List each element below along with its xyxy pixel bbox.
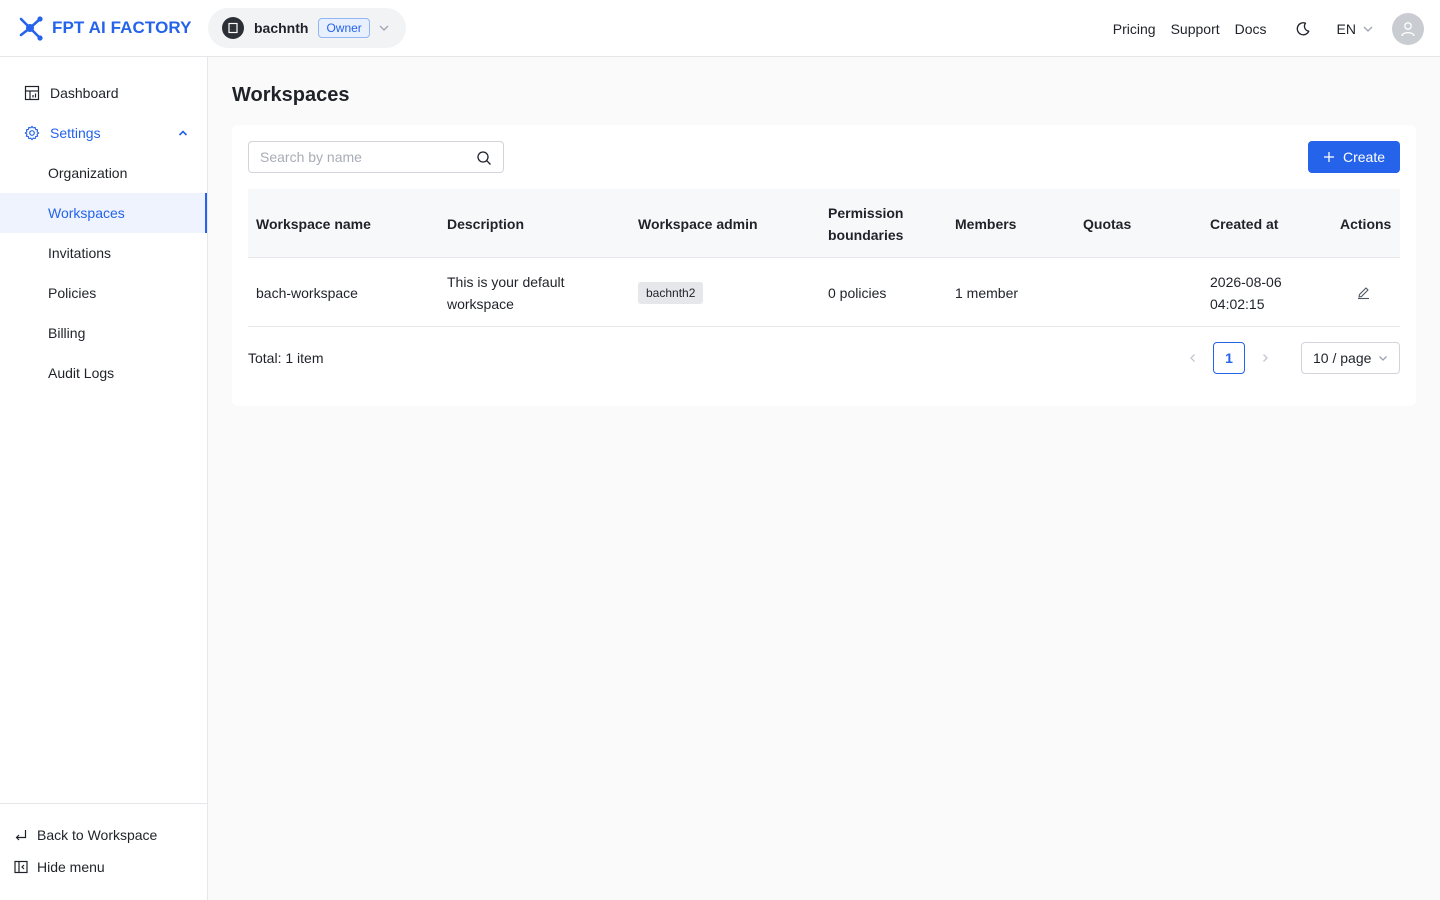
sidebar-item-label: Policies (48, 285, 97, 301)
back-to-workspace-label: Back to Workspace (37, 827, 158, 843)
sidebar-item-label: Billing (48, 325, 86, 341)
next-page-button[interactable] (1249, 342, 1281, 374)
column-header-members[interactable]: Members (955, 189, 1016, 258)
language-selector[interactable]: EN (1337, 21, 1374, 37)
top-header: FPT AI FACTORY bachnth Owner Pricing Sup… (0, 0, 1440, 57)
back-to-workspace-button[interactable]: Back to Workspace (14, 827, 157, 843)
chevron-right-icon (1263, 354, 1268, 362)
sidebar-item-label: Audit Logs (48, 365, 115, 381)
brand-name: FPT AI FACTORY (52, 18, 192, 37)
building-icon (228, 22, 238, 34)
column-header-description[interactable]: Description (447, 189, 524, 258)
chevron-down-icon (1379, 356, 1388, 361)
workspaces-card: Create Workspace name Description Worksp… (232, 125, 1416, 406)
column-header-workspace-admin[interactable]: Workspace admin (638, 189, 758, 258)
user-icon (1401, 21, 1415, 36)
sidebar-item-label: Dashboard (50, 85, 119, 101)
dashboard-icon (24, 85, 40, 101)
admin-tag: bachnth2 (638, 281, 704, 304)
support-link[interactable]: Support (1171, 21, 1220, 37)
created-at-cell: 2026-08-06 04:02:15 (1210, 273, 1282, 312)
logo-icon (19, 16, 43, 41)
sidebar-item-invitations[interactable]: Invitations (0, 233, 207, 273)
sidebar-item-organization[interactable]: Organization (0, 153, 207, 193)
pagination: 1 10 / page (1177, 342, 1400, 374)
column-header-permission-boundaries[interactable]: Permission boundaries (828, 189, 938, 258)
column-header-created-at[interactable]: Created at (1210, 189, 1278, 258)
sidebar: Dashboard Settings Organization Workspac… (0, 57, 208, 900)
sidebar-item-workspaces[interactable]: Workspaces (0, 193, 207, 233)
organization-avatar (222, 17, 244, 39)
table-row[interactable]: bach-workspace This is your default work… (248, 258, 1400, 327)
workspace-name-cell[interactable]: bach-workspace (256, 258, 358, 327)
sidebar-item-policies[interactable]: Policies (0, 273, 207, 313)
docs-link[interactable]: Docs (1235, 21, 1267, 37)
organization-switcher[interactable]: bachnth Owner (208, 8, 406, 48)
chevron-up-icon (178, 130, 188, 136)
page-number-button[interactable]: 1 (1213, 342, 1245, 374)
user-avatar[interactable] (1392, 12, 1424, 45)
chevron-left-icon (1190, 354, 1195, 362)
total-count: Total: 1 item (248, 350, 324, 366)
plus-icon (1323, 152, 1334, 162)
pricing-link[interactable]: Pricing (1113, 21, 1156, 37)
edit-icon[interactable] (1356, 285, 1371, 300)
actions-cell (1356, 258, 1371, 327)
hide-menu-label: Hide menu (37, 859, 105, 875)
return-icon (15, 830, 27, 841)
sidebar-item-label: Invitations (48, 245, 112, 261)
top-nav: Pricing Support Docs EN (1098, 0, 1440, 57)
table-header: Workspace name Description Workspace adm… (248, 189, 1400, 258)
create-workspace-button[interactable]: Create (1308, 141, 1400, 173)
chevron-down-icon (378, 22, 390, 34)
column-header-quotas[interactable]: Quotas (1083, 189, 1131, 258)
language-label: EN (1336, 20, 1356, 37)
gear-icon (24, 125, 40, 141)
workspace-admin-cell: bachnth2 (638, 258, 704, 327)
page-size-select[interactable]: 10 / page (1301, 342, 1400, 374)
moon-icon[interactable] (1295, 21, 1311, 37)
column-header-workspace-name[interactable]: Workspace name (256, 189, 371, 258)
create-button-label: Create (1342, 149, 1386, 165)
hide-menu-button[interactable]: Hide menu (14, 859, 105, 875)
organization-name: bachnth (254, 20, 309, 36)
workspaces-table: Workspace name Description Workspace adm… (248, 189, 1400, 327)
previous-page-button[interactable] (1177, 342, 1209, 374)
sidebar-item-billing[interactable]: Billing (0, 313, 207, 353)
description-cell: This is your default workspace (447, 273, 565, 312)
sidebar-footer: Back to Workspace Hide menu (0, 803, 207, 900)
sidebar-item-label: Workspaces (48, 205, 125, 221)
collapse-menu-icon (14, 860, 28, 874)
sidebar-item-settings[interactable]: Settings (0, 113, 207, 153)
members-cell: 1 member (955, 284, 1019, 301)
page-title: Workspaces (232, 84, 350, 106)
search-icon[interactable] (476, 150, 492, 166)
sidebar-item-label: Organization (48, 165, 128, 181)
page-size-label: 10 / page (1313, 350, 1372, 366)
permission-boundaries-cell: 0 policies (828, 284, 887, 301)
sidebar-item-audit-logs[interactable]: Audit Logs (0, 353, 207, 393)
search-input[interactable] (249, 149, 459, 165)
column-header-actions: Actions (1340, 215, 1392, 232)
brand-logo[interactable]: FPT AI FACTORY (16, 14, 192, 42)
sidebar-item-dashboard[interactable]: Dashboard (0, 73, 207, 113)
role-badge: Owner (318, 18, 370, 38)
search-box (248, 141, 504, 173)
sidebar-item-label: Settings (50, 125, 101, 141)
chevron-down-icon (1363, 26, 1373, 32)
